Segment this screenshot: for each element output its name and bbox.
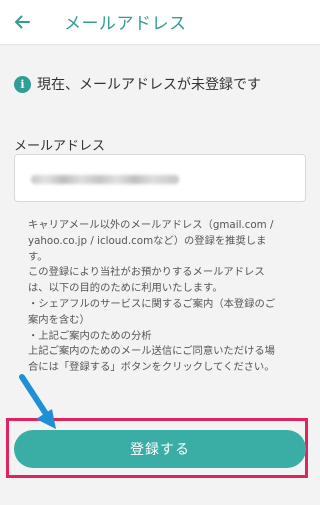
description-line: す。 xyxy=(28,250,48,263)
email-field[interactable] xyxy=(14,154,306,202)
description-line: キャリアメール以外のメールアドレス（gmail.com / xyxy=(28,219,274,231)
description-line: この登録により当社がお預かりするメールアドレス xyxy=(28,266,265,279)
app-header: メールアドレス xyxy=(0,0,320,45)
email-field-label: メールアドレス xyxy=(14,139,106,154)
pointer-arrow-icon xyxy=(19,374,56,429)
page-title: メールアドレス xyxy=(64,14,187,34)
description-line: yahoo.co.jp / icloud.comなど）の登録を推奨しま xyxy=(28,234,267,247)
description-line: ・シェアフルのサービスに関するご案内（本登録のご xyxy=(28,297,276,310)
info-icon: i xyxy=(14,75,31,93)
description-line: 合には「登録する」ボタンをクリックしてください。 xyxy=(28,361,275,374)
blurred-email-value xyxy=(31,175,179,184)
description-text: キャリアメール以外のメールアドレス（gmail.com / yahoo.co.j… xyxy=(28,218,310,376)
arrow-left-icon xyxy=(15,15,30,29)
description-line: は、以下の目的のために利用いたします。 xyxy=(28,282,223,295)
registration-notice: i 現在、メールアドレスが未登録です xyxy=(14,73,261,95)
description-line: 上記ご案内のためのメール送信にご同意いただける場 xyxy=(28,345,275,358)
description-line: 案内を含む） xyxy=(28,313,90,326)
back-button[interactable] xyxy=(6,6,38,38)
register-button[interactable]: 登録する xyxy=(14,430,306,468)
description-line: ・上記ご案内のための分析 xyxy=(28,329,152,342)
notice-text: 現在、メールアドレスが未登録です xyxy=(37,77,261,93)
